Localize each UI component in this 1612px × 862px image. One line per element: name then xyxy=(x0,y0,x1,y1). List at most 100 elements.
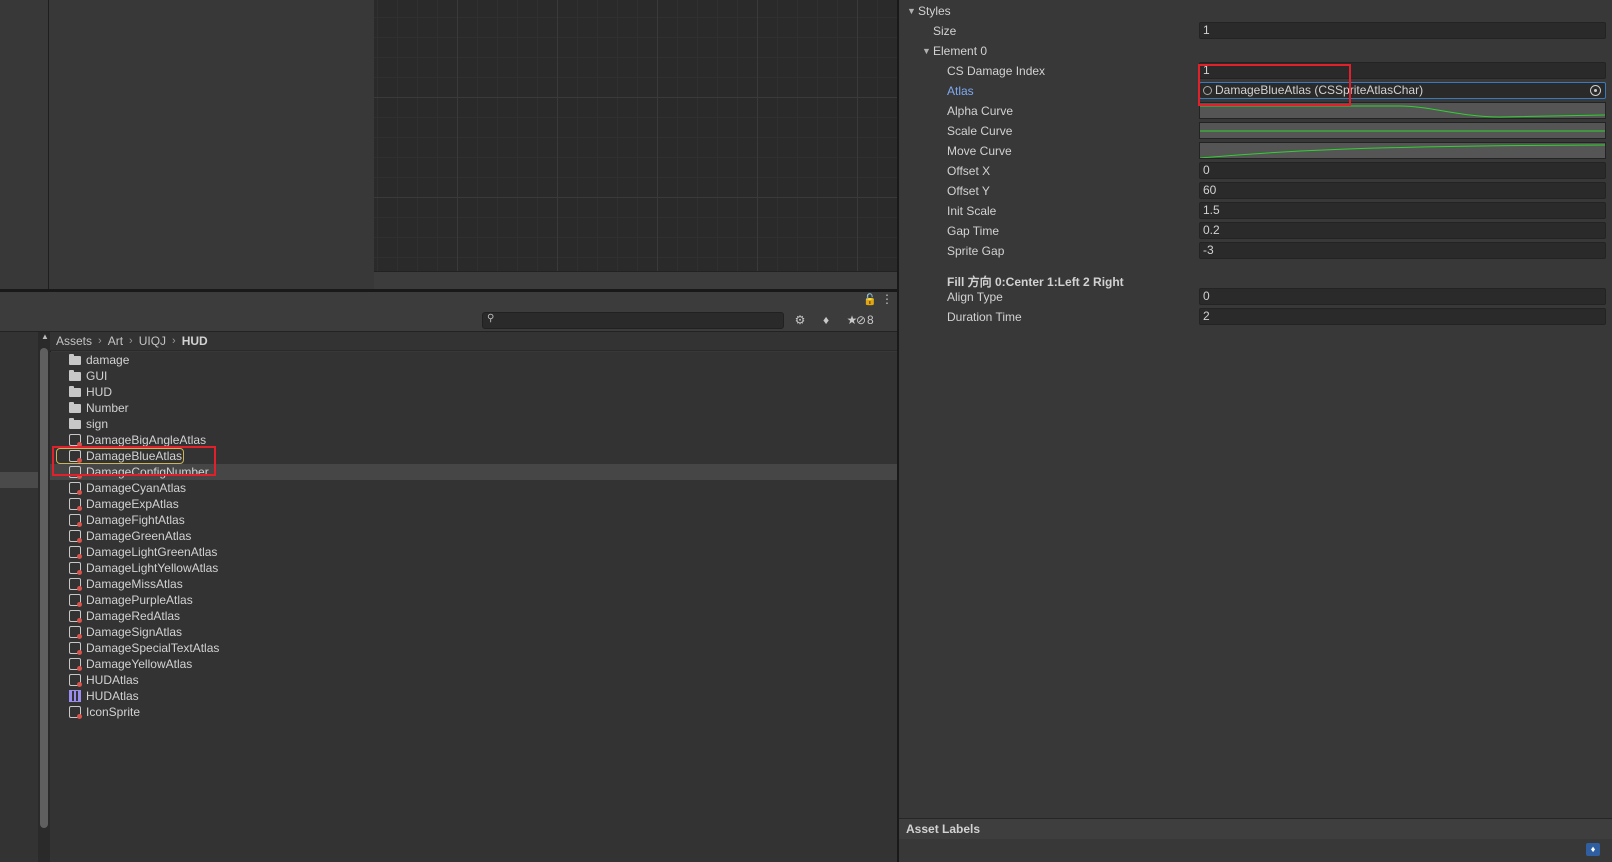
prefab-icon xyxy=(69,530,82,543)
asset-name: DamageLightGreenAtlas xyxy=(86,545,218,559)
scroll-up-arrow-icon[interactable]: ▲ xyxy=(41,332,49,341)
filter-by-label-icon[interactable]: ♦ xyxy=(815,312,837,328)
asset-item[interactable]: DamageExpAtlas xyxy=(50,496,897,512)
breadcrumb-item[interactable]: Art xyxy=(108,334,123,348)
prefab-icon xyxy=(69,482,82,495)
prefab-icon xyxy=(69,642,82,655)
asset-name: HUD xyxy=(86,385,112,399)
asset-item[interactable]: IconSprite xyxy=(50,704,897,720)
size-field[interactable]: 1 xyxy=(1199,22,1606,39)
prefab-icon xyxy=(69,626,82,639)
duration-time-label: Duration Time xyxy=(947,310,1022,324)
sprite-gap-field[interactable]: -3 xyxy=(1199,242,1606,259)
prefab-icon xyxy=(69,706,82,719)
sprite-atlas-icon xyxy=(69,690,81,702)
asset-item[interactable]: DamageLightGreenAtlas xyxy=(50,544,897,560)
inspector-panel: ▼ Styles Size 1 ▼ Element 0 CS Damage In… xyxy=(899,0,1612,862)
search-input[interactable] xyxy=(482,312,784,329)
breadcrumb-item[interactable]: UIQJ xyxy=(139,334,166,348)
align-type-field[interactable]: 0 xyxy=(1199,288,1606,305)
asset-name: IconSprite xyxy=(86,705,141,719)
asset-name: DamageLightYellowAtlas xyxy=(86,561,219,575)
folder-icon xyxy=(69,370,81,381)
init-scale-field[interactable]: 1.5 xyxy=(1199,202,1606,219)
prefab-icon xyxy=(69,610,82,623)
prefab-icon xyxy=(69,674,82,687)
prefab-icon xyxy=(69,594,82,607)
breadcrumb-item[interactable]: Assets xyxy=(56,334,92,348)
offset-x-label: Offset X xyxy=(947,164,991,178)
breadcrumb-item[interactable]: HUD xyxy=(182,334,208,348)
gap-time-label: Gap Time xyxy=(947,224,1000,238)
scene-view[interactable] xyxy=(374,0,897,271)
offset-x-field[interactable]: 0 xyxy=(1199,162,1606,179)
project-tab-bar xyxy=(0,292,897,309)
folder-item[interactable]: damage xyxy=(50,352,897,368)
chevron-right-icon: › xyxy=(98,335,102,347)
asset-item[interactable]: DamageGreenAtlas xyxy=(50,528,897,544)
asset-name: DamageFightAtlas xyxy=(86,513,185,527)
breadcrumb: Assets › Art › UIQJ › HUD xyxy=(50,332,897,351)
size-label: Size xyxy=(933,24,957,38)
asset-name: DamageYellowAtlas xyxy=(86,657,193,671)
asset-labels-header[interactable]: Asset Labels xyxy=(899,818,1612,839)
highlight-box xyxy=(1198,64,1351,106)
tag-icon[interactable]: ♦ xyxy=(1586,843,1600,856)
gap-time-field[interactable]: 0.2 xyxy=(1199,222,1606,239)
asset-name: damage xyxy=(86,353,130,367)
lock-icon[interactable]: 🔓 xyxy=(863,293,877,306)
offset-y-field[interactable]: 60 xyxy=(1199,182,1606,199)
hierarchy-panel xyxy=(0,0,49,289)
object-picker-icon[interactable] xyxy=(1590,85,1601,96)
move-curve-graph xyxy=(1200,144,1605,158)
scrollbar-thumb[interactable] xyxy=(40,348,48,828)
scale-curve-field[interactable] xyxy=(1199,122,1606,139)
asset-name: DamageSpecialTextAtlas xyxy=(86,641,220,655)
asset-item[interactable]: DamagePurpleAtlas xyxy=(50,592,897,608)
element-0-label[interactable]: Element 0 xyxy=(933,44,987,58)
asset-item[interactable]: DamageSpecialTextAtlas xyxy=(50,640,897,656)
asset-item[interactable]: DamageCyanAtlas xyxy=(50,480,897,496)
sprite-gap-label: Sprite Gap xyxy=(947,244,1005,258)
asset-item[interactable]: DamageMissAtlas xyxy=(50,576,897,592)
scale-curve-label: Scale Curve xyxy=(947,124,1013,138)
asset-name: DamageGreenAtlas xyxy=(86,529,192,543)
search-icon: ⚲ xyxy=(487,313,495,324)
asset-name: GUI xyxy=(86,369,108,383)
prefab-icon xyxy=(69,514,82,527)
asset-item[interactable]: DamageYellowAtlas xyxy=(50,656,897,672)
duration-time-field[interactable]: 2 xyxy=(1199,308,1606,325)
foldout-arrow-icon[interactable]: ▼ xyxy=(907,6,916,16)
chevron-right-icon: › xyxy=(172,335,176,347)
asset-item[interactable]: DamageFightAtlas xyxy=(50,512,897,528)
hidden-packages-count: 8 xyxy=(867,313,874,327)
prefab-icon xyxy=(69,498,82,511)
asset-item[interactable]: HUDAtlas xyxy=(50,672,897,688)
move-curve-field[interactable] xyxy=(1199,142,1606,159)
more-options-icon[interactable]: ⋮ xyxy=(881,292,893,306)
asset-name: DamageExpAtlas xyxy=(86,497,179,511)
folder-item[interactable]: HUD xyxy=(50,384,897,400)
folder-tree-selection[interactable] xyxy=(0,472,38,488)
project-folder-tree xyxy=(0,332,38,862)
styles-label[interactable]: Styles xyxy=(918,4,951,18)
asset-item[interactable]: DamageRedAtlas xyxy=(50,608,897,624)
asset-name: Number xyxy=(86,401,129,415)
foldout-arrow-icon[interactable]: ▼ xyxy=(922,46,931,56)
asset-item[interactable]: DamageSignAtlas xyxy=(50,624,897,640)
asset-item[interactable]: DamageLightYellowAtlas xyxy=(50,560,897,576)
prefab-icon xyxy=(69,562,82,575)
filter-by-type-icon[interactable]: ⚙ xyxy=(789,312,811,328)
prefab-icon xyxy=(69,578,82,591)
offset-y-label: Offset Y xyxy=(947,184,990,198)
scene-view-footer xyxy=(374,271,897,290)
folder-item[interactable]: sign xyxy=(50,416,897,432)
asset-labels-title: Asset Labels xyxy=(906,822,981,836)
folder-item[interactable]: GUI xyxy=(50,368,897,384)
asset-name: DamageRedAtlas xyxy=(86,609,181,623)
folder-item[interactable]: Number xyxy=(50,400,897,416)
hidden-packages-icon[interactable]: ⊘ xyxy=(855,312,867,328)
align-type-label: Align Type xyxy=(947,290,1003,304)
asset-item[interactable]: HUDAtlas xyxy=(50,688,897,704)
chevron-right-icon: › xyxy=(129,335,133,347)
